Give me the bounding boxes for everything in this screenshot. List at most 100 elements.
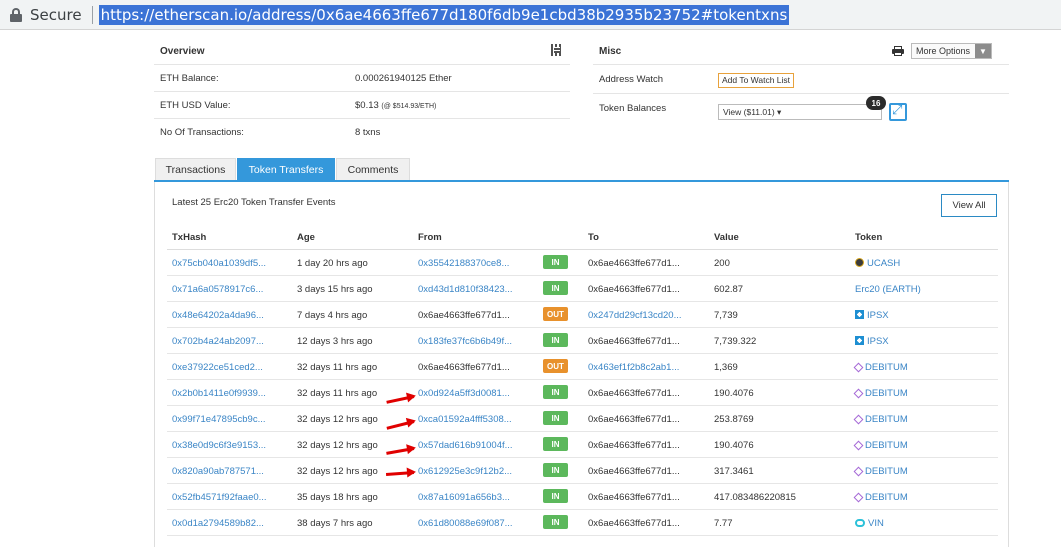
table-row: 0x52fb4571f92faae0... 35 days 18 hrs ago 0… [167,484,998,510]
transfer-value: 7.77 [714,518,733,529]
ipsx-token-icon [855,310,864,319]
token-name: IPSX [867,336,889,347]
tab-token-transfers[interactable]: Token Transfers [237,158,335,181]
token-link[interactable]: DEBITUM [853,466,908,477]
debitum-token-icon [853,362,864,373]
tx-age: 38 days 7 hrs ago [297,518,373,529]
transfer-value: 417.083486220815 [714,492,796,503]
printer-icon[interactable] [892,46,904,56]
qr-code-icon[interactable] [551,44,563,56]
eth-usd-value: $0.13 (@ $514.93/ETH) [355,100,436,111]
debitum-token-icon [853,466,864,477]
from-address-link[interactable]: 0xd43d1d810f38423... [418,284,513,295]
token-link[interactable]: DEBITUM [853,362,908,373]
tx-hash-link[interactable]: 0x702b4a24ab2097... [172,336,264,347]
table-row: 0x2b0b1411e0f9939... 32 days 11 hrs ago 0x… [167,380,998,406]
tx-hash-link[interactable]: 0x820a90ab787571... [172,466,264,477]
token-link[interactable]: DEBITUM [853,440,908,451]
direction-badge: IN [543,411,568,425]
from-address-link[interactable]: 0x612925e3c9f12b2... [418,466,512,477]
tx-hash-link[interactable]: 0x52fb4571f92faae0... [172,492,267,503]
from-address-link[interactable]: 0x57dad616b91004f... [418,440,513,451]
divider [154,91,570,92]
token-link[interactable]: IPSX [855,336,889,347]
divider [154,64,570,65]
to-address: 0x6ae4663ffe677d1... [588,388,680,399]
tx-hash-link[interactable]: 0x38e0d9c6f3e9153... [172,440,266,451]
tx-hash-link[interactable]: 0xe37922ce51ced2... [172,362,263,373]
to-address: 0x6ae4663ffe677d1... [588,466,680,477]
more-options-label: More Options [916,46,971,56]
address-bar[interactable]: Secure https://etherscan.io/address/0x6a… [0,0,1061,30]
from-address: 0x6ae4663ffe677d1... [418,362,510,373]
col-age: Age [297,232,315,243]
url-text[interactable]: https://etherscan.io/address/0x6ae4663ff… [98,4,790,25]
ipsx-token-icon [855,336,864,345]
tx-hash-link[interactable]: 0x71a6a0578917c6... [172,284,263,295]
direction-badge: IN [543,515,568,529]
table-row: 0x0d1a2794589b82... 38 days 7 hrs ago 0x61… [167,510,998,536]
direction-badge: IN [543,255,568,269]
from-address-link[interactable]: 0x0d924a5ff3d0081... [418,388,510,399]
tab-transactions[interactable]: Transactions [155,158,236,181]
tx-hash-link[interactable]: 0x2b0b1411e0f9939... [172,388,266,399]
tx-hash-link[interactable]: 0x48e64202a4da96... [172,310,264,321]
expand-icon[interactable] [889,103,907,121]
tx-age: 32 days 11 hrs ago [297,388,378,399]
add-to-watch-list-button[interactable]: Add To Watch List [718,73,795,88]
direction-badge: OUT [543,307,568,321]
token-name: UCASH [867,258,901,269]
tx-hash-link[interactable]: 0x0d1a2794589b82... [172,518,264,529]
to-address-link[interactable]: 0x463ef1f2b8c2ab1... [588,362,679,373]
secure-label: Secure [30,5,82,24]
tx-age: 7 days 4 hrs ago [297,310,368,321]
to-address: 0x6ae4663ffe677d1... [588,258,680,269]
token-name: DEBITUM [865,362,908,373]
table-row: 0x38e0d9c6f3e9153... 32 days 12 hrs ago 0x… [167,432,998,458]
tx-hash-link[interactable]: 0x99f71e47895cb9c... [172,414,266,425]
direction-badge: IN [543,463,568,477]
token-link[interactable]: DEBITUM [853,388,908,399]
more-options-dropdown[interactable]: More Options ▼ [911,43,992,59]
direction-badge: IN [543,489,568,503]
direction-badge: OUT [543,359,568,373]
transfer-value: 190.4076 [714,388,754,399]
from-address-link[interactable]: 0x183fe37fc6b6b49f... [418,336,512,347]
table-row: 0x75cb040a1039df5... 1 day 20 hrs ago 0x35… [167,250,998,276]
tx-hash-link[interactable]: 0x75cb040a1039df5... [172,258,266,269]
token-name: DEBITUM [865,492,908,503]
overview-title: Overview [160,46,205,57]
from-address-link[interactable]: 0x61d80088e69f087... [418,518,513,529]
table-row: 0x48e64202a4da96... 7 days 4 hrs ago 0x6ae… [167,302,998,328]
token-link[interactable]: Erc20 (EARTH) [855,284,921,295]
to-address: 0x6ae4663ffe677d1... [588,336,680,347]
to-address: 0x6ae4663ffe677d1... [588,284,680,295]
from-address-link[interactable]: 0x87a16091a656b3... [418,492,510,503]
direction-badge: IN [543,281,568,295]
token-link[interactable]: IPSX [855,310,889,321]
token-link[interactable]: DEBITUM [853,414,908,425]
token-link[interactable]: VIN [855,518,884,529]
table-row: 0x99f71e47895cb9c... 32 days 12 hrs ago 0x… [167,406,998,432]
table-row: 0x820a90ab787571... 32 days 12 hrs ago 0x6… [167,458,998,484]
token-name: DEBITUM [865,388,908,399]
to-address: 0x6ae4663ffe677d1... [588,518,680,529]
col-to: To [588,232,599,243]
tab-comments[interactable]: Comments [336,158,410,181]
tx-age: 32 days 12 hrs ago [297,440,378,451]
from-address-link[interactable]: 0x35542188370ce8... [418,258,509,269]
token-name: Erc20 (EARTH) [855,284,921,295]
to-address-link[interactable]: 0x247dd29cf13cd20... [588,310,682,321]
view-all-button[interactable]: View All [941,194,997,217]
col-token: Token [855,232,883,243]
eth-usd-label: ETH USD Value: [160,100,231,111]
direction-badge: IN [543,437,568,451]
misc-title: Misc [599,46,622,57]
token-balances-select[interactable]: View ($11.01) ▾ [718,104,882,120]
from-address-link[interactable]: 0xca01592a4fff5308... [418,414,512,425]
token-name: DEBITUM [865,414,908,425]
token-link[interactable]: DEBITUM [853,492,908,503]
eth-balance-label: ETH Balance: [160,73,219,84]
direction-badge: IN [543,333,568,347]
token-link[interactable]: UCASH [855,258,900,269]
